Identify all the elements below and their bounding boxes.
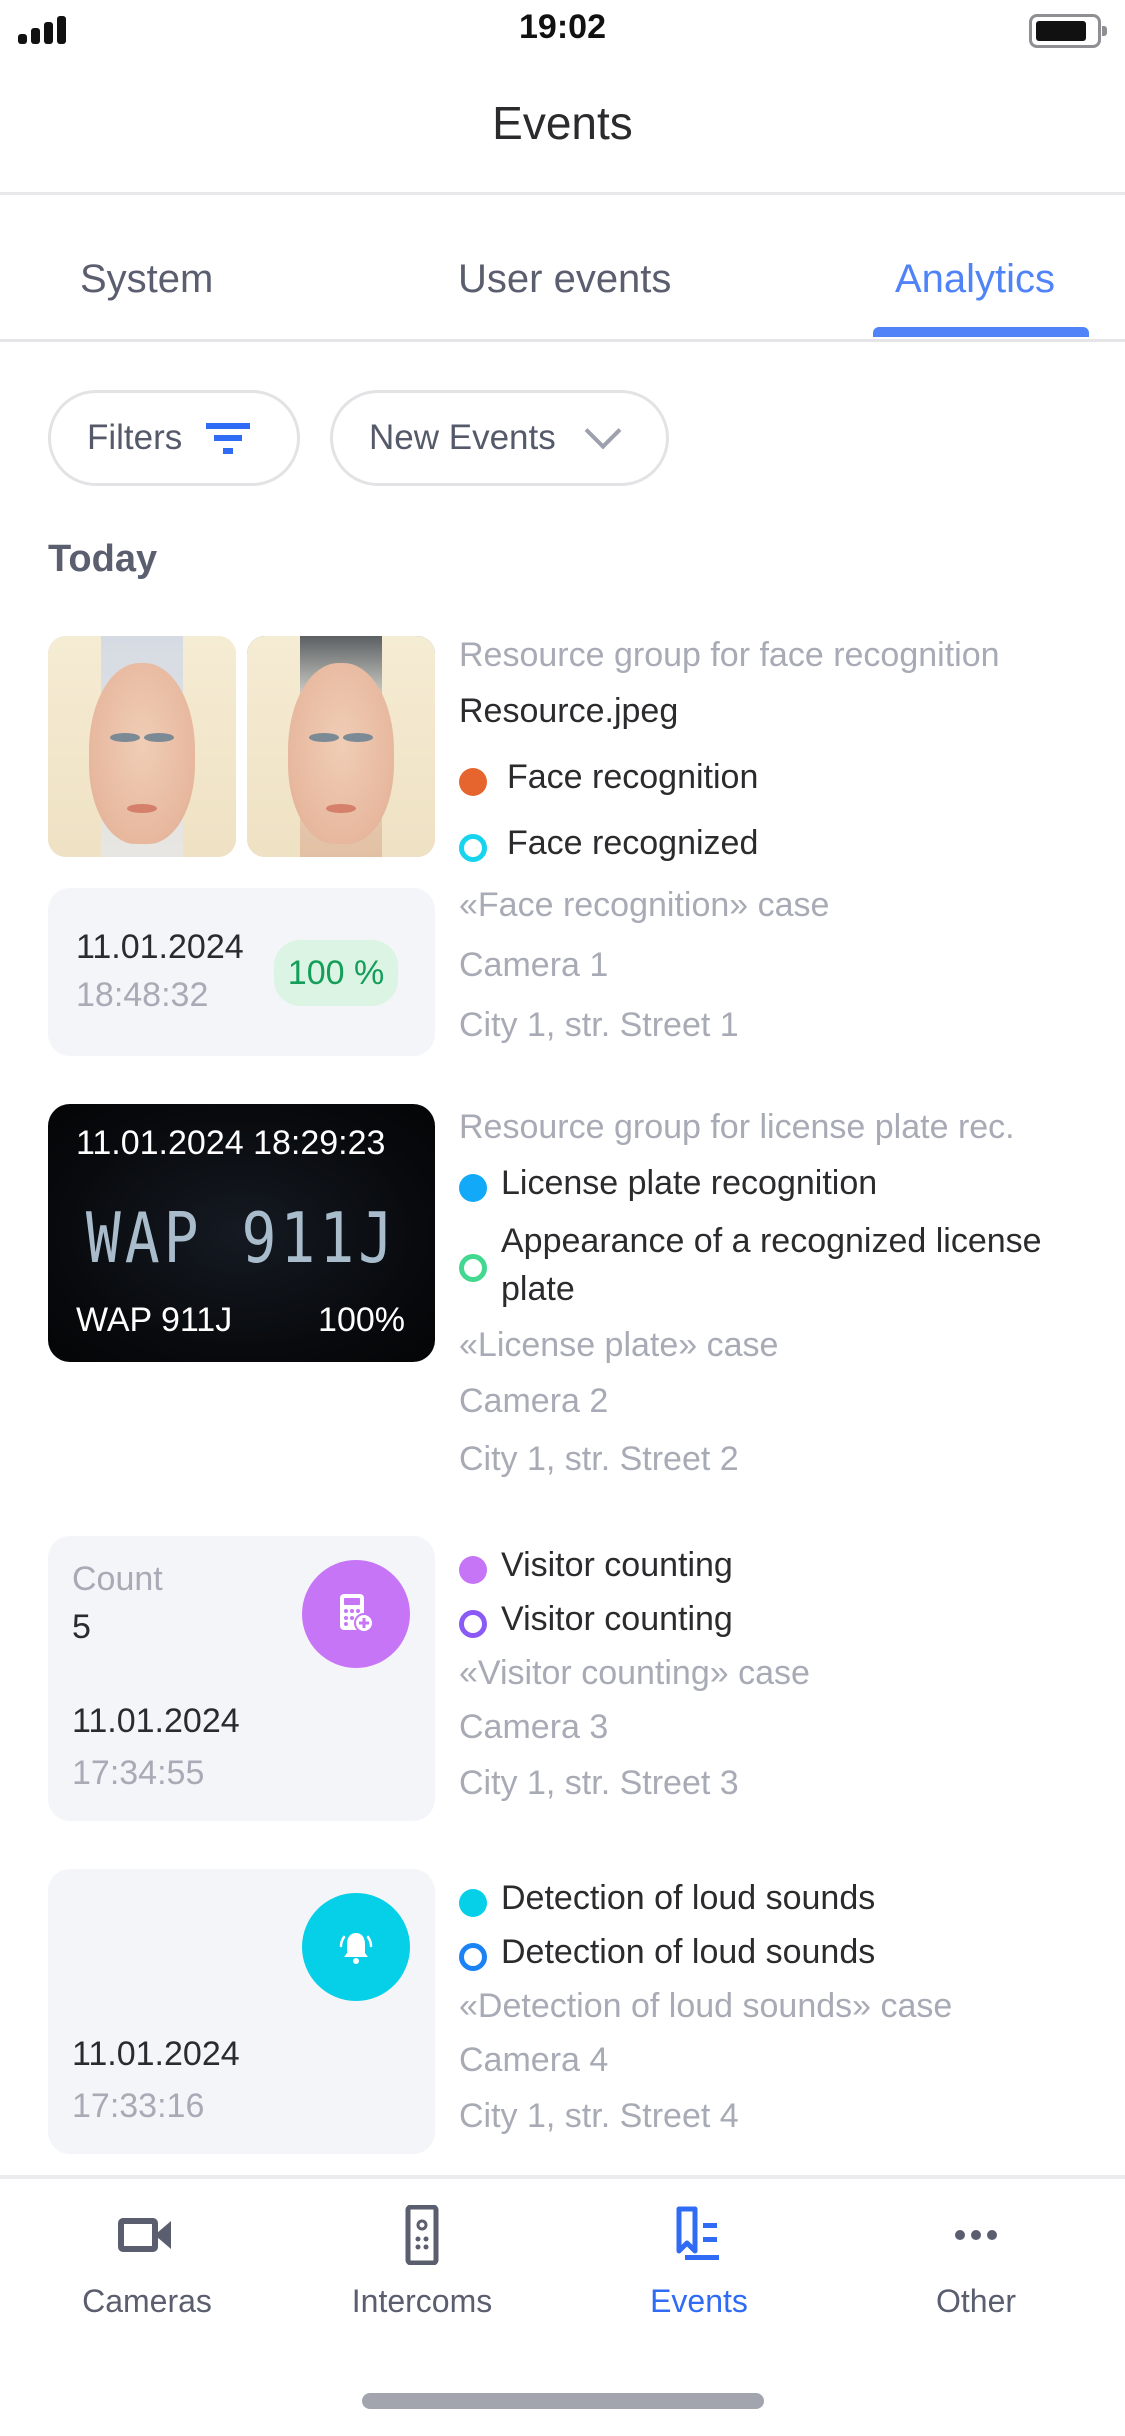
event-date: 11.01.2024 [72, 1702, 240, 1740]
case-name: «License plate» case [459, 1326, 779, 1364]
tab-system[interactable]: System [80, 257, 213, 302]
tab-analytics[interactable]: Analytics [895, 257, 1055, 302]
event-date: 11.01.2024 [76, 928, 244, 966]
filters-button[interactable]: Filters [48, 390, 300, 486]
address: City 1, str. Street 2 [459, 1440, 739, 1478]
bottom-nav-divider [0, 2175, 1125, 2179]
event-date: 11.01.2024 [72, 2035, 240, 2073]
event-time: 17:33:16 [72, 2087, 205, 2125]
resource-group: Resource group for license plate rec. [459, 1108, 1015, 1146]
event-name-line1: Appearance of a recognized license [501, 1222, 1042, 1260]
active-tab-indicator [873, 327, 1089, 337]
analytics-type: Detection of loud sounds [501, 1879, 876, 1917]
chevron-down-icon [584, 412, 622, 450]
count-value: 5 [72, 1608, 91, 1646]
reference-face-photo[interactable] [48, 636, 236, 857]
confidence-badge: 100 % [274, 940, 398, 1006]
snapshot-timestamp: 11.01.2024 18:29:23 [76, 1124, 386, 1162]
filter-lines-icon [206, 421, 251, 455]
nav-intercoms[interactable]: Intercoms [322, 2195, 522, 2325]
intercom-icon [405, 2205, 439, 2265]
event-ring-icon [459, 1943, 487, 1971]
event-name: Face recognized [507, 824, 759, 862]
analytics-type: Face recognition [507, 758, 759, 796]
analytics-dot-icon [459, 1174, 487, 1202]
filters-label: Filters [87, 418, 183, 457]
camera-name: Camera 4 [459, 2041, 609, 2079]
resource-group: Resource group for face recognition [459, 636, 1000, 674]
address: City 1, str. Street 3 [459, 1764, 739, 1802]
section-title-today: Today [48, 538, 158, 580]
plate-confidence: 100% [318, 1301, 405, 1339]
event-date-card: 11.01.2024 18:48:32 100 % [48, 888, 435, 1056]
camera-name: Camera 2 [459, 1382, 609, 1420]
nav-events[interactable]: Events [599, 2195, 799, 2325]
event-ring-icon [459, 1610, 487, 1638]
tab-bar: System User events Analytics [0, 195, 1125, 343]
analytics-dot-icon [459, 768, 487, 796]
analytics-type: Visitor counting [501, 1546, 733, 1584]
nav-cameras[interactable]: Cameras [47, 2195, 247, 2325]
status-time: 19:02 [519, 8, 606, 46]
video-camera-icon [118, 2218, 171, 2252]
more-dots-icon [955, 2230, 997, 2240]
case-name: «Face recognition» case [459, 886, 830, 924]
status-bar: 19:02 [0, 0, 1125, 64]
nav-label: Intercoms [351, 2283, 493, 2319]
nav-label: Events [650, 2283, 748, 2319]
address: City 1, str. Street 1 [459, 1006, 739, 1044]
analytics-dot-icon [459, 1889, 487, 1917]
nav-label: Cameras [82, 2283, 212, 2319]
event-date-card: 11.01.2024 17:33:16 [48, 1869, 435, 2154]
event-time: 18:48:32 [76, 976, 209, 1014]
home-indicator[interactable] [362, 2393, 764, 2409]
case-name: «Detection of loud sounds» case [459, 1987, 953, 2025]
event-name: Detection of loud sounds [501, 1933, 876, 1971]
resource-file: Resource.jpeg [459, 692, 679, 730]
camera-name: Camera 3 [459, 1708, 609, 1746]
count-label: Count [72, 1560, 163, 1598]
plate-number: WAP 911J [76, 1301, 233, 1339]
tabs-divider [0, 339, 1125, 342]
event-ring-icon [459, 834, 487, 862]
plate-snapshot[interactable]: 11.01.2024 18:29:23 WAP 911J WAP 911J 10… [48, 1104, 435, 1362]
event-time: 17:34:55 [72, 1754, 205, 1792]
case-name: «Visitor counting» case [459, 1654, 810, 1692]
camera-name: Camera 1 [459, 946, 609, 984]
event-ring-icon [459, 1254, 487, 1282]
new-events-dropdown[interactable]: New Events [330, 390, 669, 486]
bell-icon [302, 1893, 410, 2001]
nav-label: Other [935, 2283, 1017, 2319]
address: City 1, str. Street 4 [459, 2097, 739, 2135]
page-title: Events [492, 97, 633, 149]
plate-image-text: WAP 911J [85, 1197, 398, 1279]
analytics-dot-icon [459, 1556, 487, 1584]
nav-other[interactable]: Other [876, 2195, 1076, 2325]
analytics-type: License plate recognition [501, 1164, 878, 1202]
new-events-label: New Events [369, 418, 556, 457]
calculator-icon [302, 1560, 410, 1668]
captured-face-photo[interactable] [247, 636, 435, 857]
event-name: Visitor counting [501, 1600, 733, 1638]
event-name-line2: plate [501, 1270, 575, 1308]
event-date-card: Count 5 11.01.2024 17:34:55 [48, 1536, 435, 1821]
battery-icon [1029, 14, 1107, 48]
events-list-icon [676, 2206, 719, 2260]
tab-user-events[interactable]: User events [458, 257, 671, 302]
